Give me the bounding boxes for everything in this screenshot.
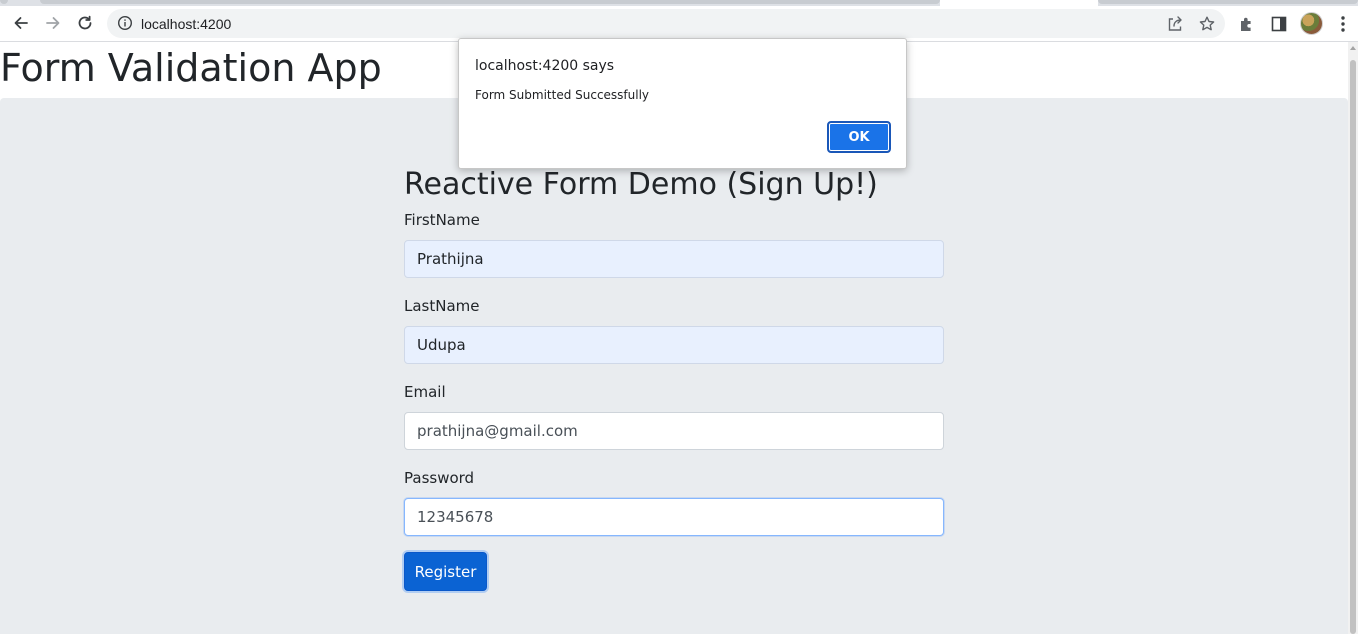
- address-bar[interactable]: localhost:4200: [107, 9, 1225, 38]
- email-input[interactable]: prathijna@gmail.com: [404, 412, 944, 450]
- back-arrow-icon: [14, 17, 28, 29]
- lastname-label: LastName: [404, 297, 480, 315]
- kebab-menu-icon[interactable]: [1336, 14, 1350, 34]
- side-panel-icon[interactable]: [1269, 14, 1289, 34]
- reload-icon: [78, 15, 92, 30]
- firstname-input[interactable]: Prathijna: [404, 240, 944, 278]
- alert-dialog: localhost:4200 says Form Submitted Succe…: [458, 38, 907, 169]
- puzzle-icon[interactable]: [1237, 14, 1257, 34]
- form-title: Reactive Form Demo (Sign Up!): [404, 167, 878, 202]
- back-button[interactable]: [7, 9, 35, 37]
- star-icon[interactable]: [1198, 15, 1216, 33]
- tab-inactive[interactable]: [40, 0, 940, 4]
- dialog-message: Form Submitted Successfully: [475, 88, 650, 102]
- share-icon[interactable]: [1166, 15, 1184, 33]
- scrollbar-thumb[interactable]: [1350, 60, 1356, 634]
- url-text[interactable]: localhost:4200: [141, 16, 231, 32]
- scroll-up-icon[interactable]: [1350, 46, 1356, 50]
- register-button[interactable]: Register: [404, 552, 487, 591]
- lastname-input[interactable]: Udupa: [404, 326, 944, 364]
- profile-avatar[interactable]: [1300, 12, 1323, 35]
- dialog-origin-text: localhost:4200 says: [475, 58, 615, 74]
- forward-arrow-icon: [46, 17, 60, 29]
- firstname-label: FirstName: [404, 211, 480, 229]
- info-icon[interactable]: [117, 15, 133, 31]
- forward-button[interactable]: [39, 9, 67, 37]
- email-label: Email: [404, 383, 446, 401]
- browser-toolbar: localhost:4200: [0, 6, 1358, 42]
- dialog-ok-button[interactable]: OK: [827, 121, 891, 153]
- password-label: Password: [404, 469, 475, 487]
- reload-button[interactable]: [71, 9, 99, 37]
- tab-inactive-right[interactable]: [1098, 0, 1358, 4]
- app-title: Form Validation App: [0, 46, 382, 90]
- page-scrollbar[interactable]: [1348, 42, 1358, 634]
- password-input[interactable]: 12345678: [404, 498, 944, 536]
- tab-edge[interactable]: [0, 0, 8, 4]
